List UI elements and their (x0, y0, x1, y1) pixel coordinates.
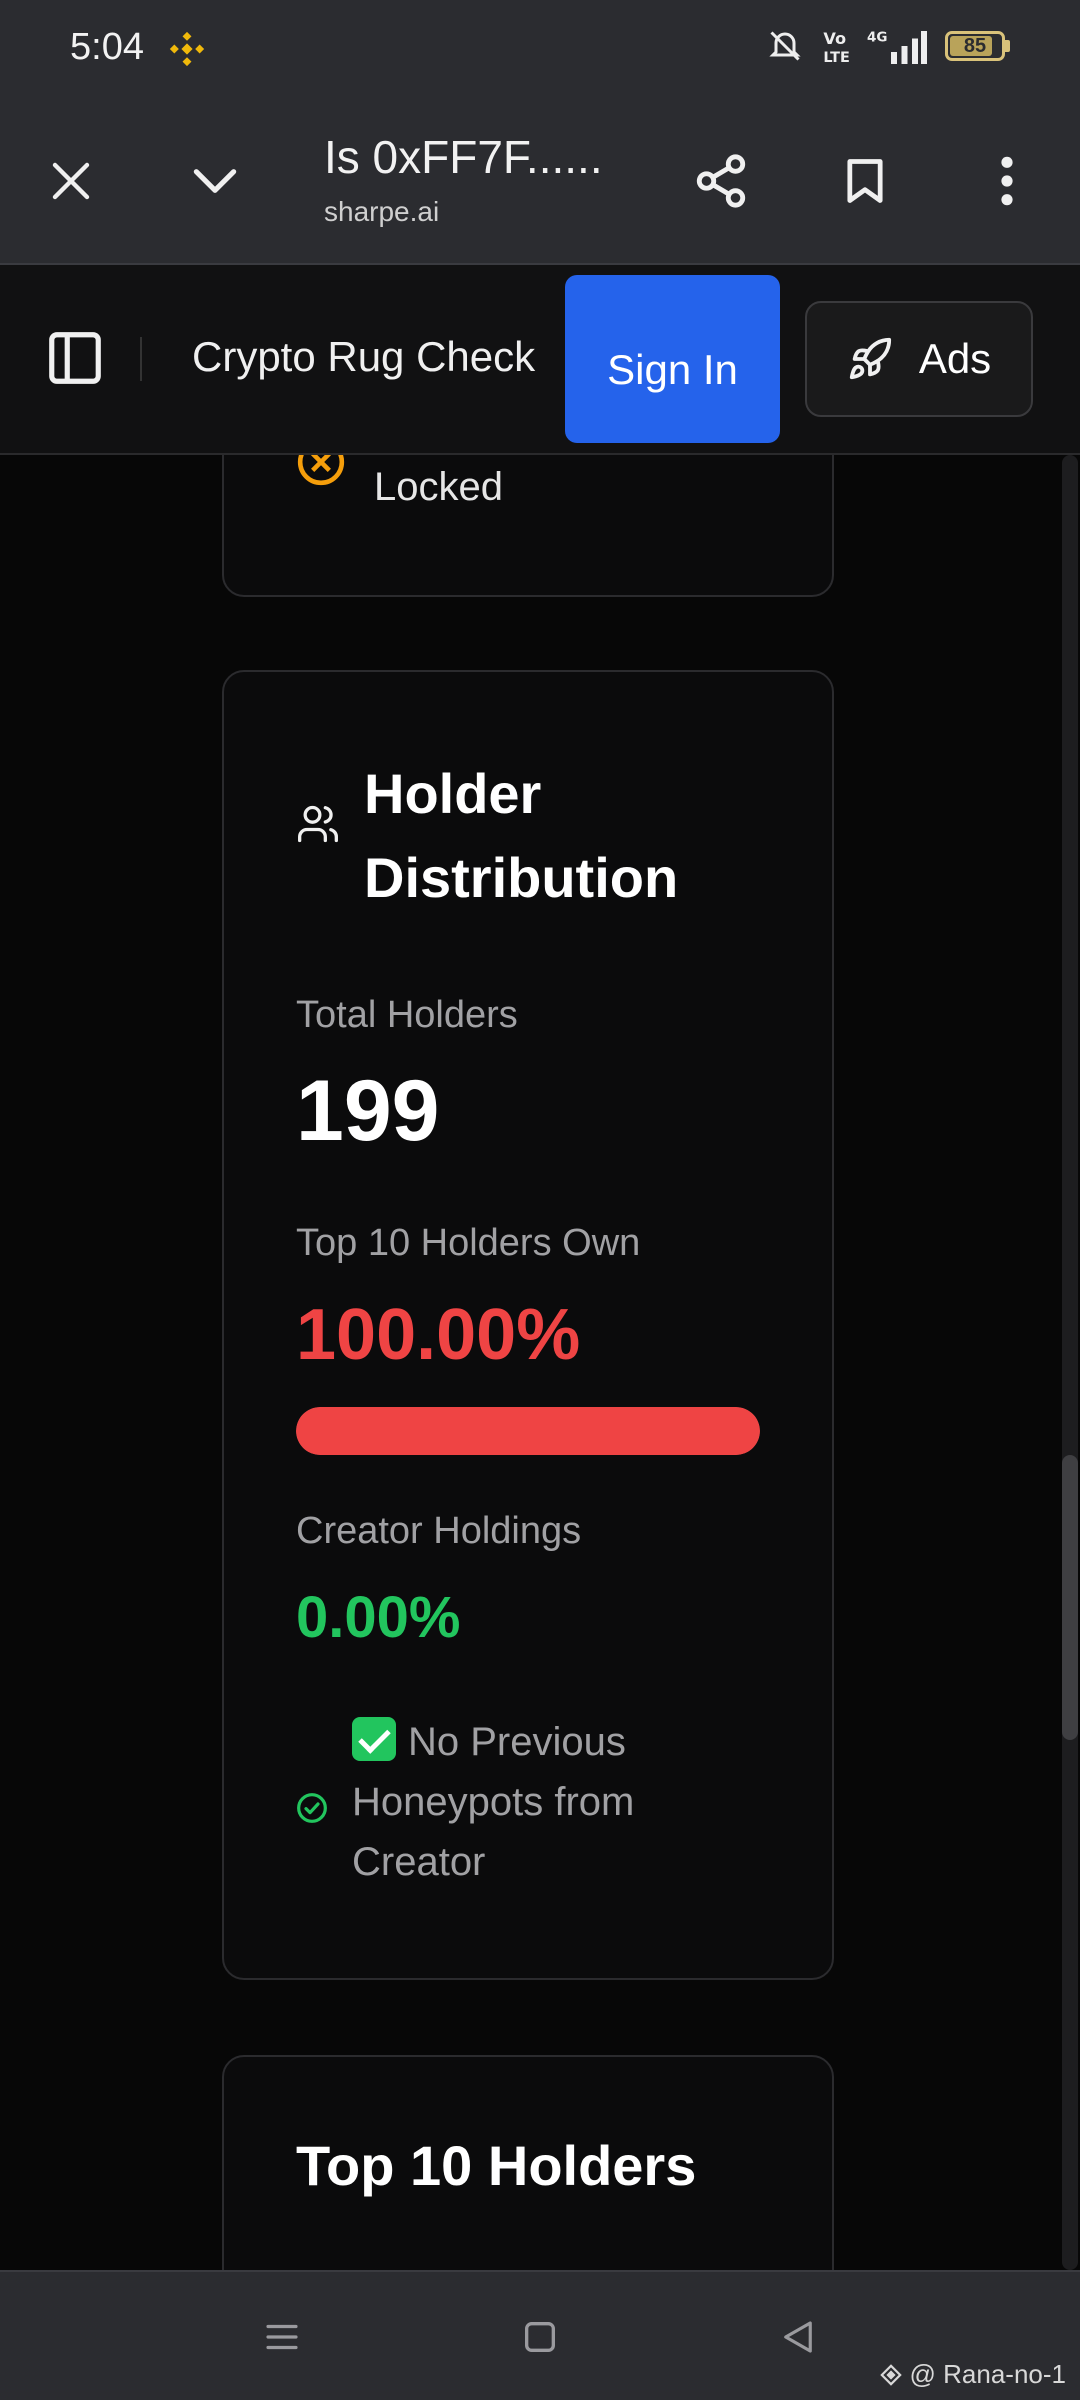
top10-progress-fill (296, 1407, 760, 1455)
close-icon (52, 162, 90, 200)
home-button[interactable] (510, 2312, 570, 2362)
svg-text:LTE: LTE (823, 50, 849, 64)
status-icons: Vo LTE 4G 85 (765, 28, 1010, 64)
rocket-icon (849, 337, 891, 380)
share-button[interactable] (686, 146, 756, 216)
top10-holders-card: Top 10 Holders (222, 2055, 834, 2270)
watermark-logo-icon (879, 2363, 902, 2386)
page-domain[interactable]: sharpe.ai (324, 196, 439, 228)
holder-distribution-card: Holder Distribution Total Holders 199 To… (222, 670, 834, 1980)
users-icon (298, 805, 338, 843)
browser-toolbar: Is 0xFF7F...... sharpe.ai (0, 100, 1080, 265)
more-vert-icon (1001, 156, 1013, 206)
status-bar: 5:04 Vo LTE 4G 85 (0, 0, 1080, 100)
recent-apps-button[interactable] (252, 2312, 312, 2362)
main-content[interactable]: Locked Holder Distribution Total Holders… (0, 455, 1080, 2270)
mute-bell-icon (769, 31, 801, 61)
back-triangle-icon (784, 2321, 812, 2353)
creator-holdings-label: Creator Holdings (296, 1510, 582, 1552)
ads-label: Ads (918, 335, 992, 382)
page-title[interactable]: Is 0xFF7F...... (324, 130, 614, 184)
battery-level: 85 (963, 34, 987, 57)
check-mark-emoji-icon (352, 1717, 396, 1761)
total-holders-value: 199 (296, 1063, 440, 1159)
honeypot-status: No Previous Honeypots from Creator (352, 1712, 752, 1892)
scrollbar-thumb[interactable] (1062, 1455, 1078, 1740)
watermark: @ Rana-no-1 (878, 2359, 1066, 2390)
liquidity-card: Locked (222, 455, 834, 597)
scrollbar-track (1062, 455, 1078, 2270)
warning-circle-icon (297, 455, 345, 486)
watermark-text: @ Rana-no-1 (909, 2359, 1066, 2389)
check-circle-icon (297, 1793, 327, 1823)
back-button[interactable] (768, 2312, 828, 2362)
creator-holdings-value: 0.00% (296, 1585, 461, 1650)
system-nav-bar: @ Rana-no-1 (0, 2270, 1080, 2400)
total-holders-label: Total Holders (296, 994, 518, 1036)
sidebar-panel-icon (49, 332, 101, 384)
share-icon (696, 154, 746, 208)
site-title: Crypto Rug Check (192, 333, 536, 380)
top10-progress-bar (296, 1407, 760, 1455)
expand-button[interactable] (180, 146, 250, 216)
bookmark-icon (847, 159, 883, 203)
top10-label: Top 10 Holders Own (296, 1222, 641, 1264)
bookmark-button[interactable] (830, 146, 900, 216)
scrollbar[interactable] (1060, 455, 1080, 2270)
top10-value: 100.00% (296, 1295, 581, 1375)
chevron-down-icon (193, 169, 237, 193)
home-square-icon (525, 2322, 555, 2352)
close-button[interactable] (36, 146, 106, 216)
card-title: Holder Distribution (364, 762, 679, 909)
svg-text:Vo: Vo (823, 29, 846, 48)
site-header: Crypto Rug Check Sign In Ads (0, 265, 1080, 455)
top10-holders-title: Top 10 Holders (296, 2134, 697, 2197)
volte-icon: Vo LTE (823, 29, 849, 64)
signal-icon: 4G (867, 30, 927, 64)
svg-text:4G: 4G (867, 30, 887, 46)
battery-icon: 85 (945, 31, 1005, 61)
sidebar-toggle-button[interactable] (44, 327, 106, 389)
locked-status: Locked (374, 465, 503, 509)
binance-icon (169, 31, 205, 67)
status-time: 5:04 (70, 26, 144, 68)
sign-in-button[interactable]: Sign In (565, 275, 780, 443)
header-divider (140, 337, 142, 381)
ads-button[interactable]: Ads (805, 301, 1033, 417)
more-button[interactable] (972, 146, 1042, 216)
menu-lines-icon (266, 2324, 298, 2350)
